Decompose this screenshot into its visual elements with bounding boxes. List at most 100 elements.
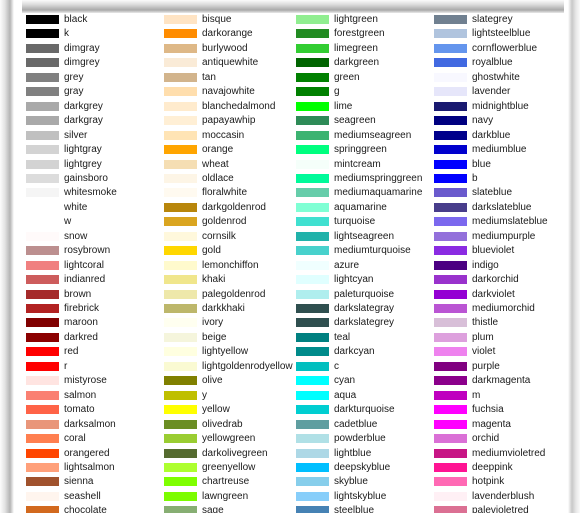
color-swatch — [296, 405, 329, 414]
color-swatch — [26, 420, 59, 429]
color-name-label: indigo — [472, 260, 499, 271]
color-swatch-grid: black k dimgray dimgrey grey gray darkgrey dark… — [14, 13, 566, 513]
color-name-label: violet — [472, 346, 496, 357]
color-swatch — [296, 492, 329, 501]
color-name-label: magenta — [472, 419, 511, 430]
color-swatch — [26, 145, 59, 154]
color-name-label: darkmagenta — [472, 375, 531, 386]
color-name-label: blue — [472, 159, 491, 170]
color-swatch — [296, 391, 329, 400]
color-name-label: mediumturquoise — [334, 245, 411, 256]
color-name-label: seashell — [64, 491, 101, 502]
color-swatch — [296, 29, 329, 38]
color-swatch — [26, 506, 59, 513]
color-swatch — [164, 131, 197, 140]
color-name-label: darkgreen — [334, 57, 380, 68]
color-column-oranges-yellows-greens: bisque darkorange burlywood antiquewhite tan… — [164, 13, 304, 513]
color-name-label: darkkhaki — [202, 303, 245, 314]
color-name-label: yellow — [202, 404, 230, 415]
color-name-label: cornsilk — [202, 231, 236, 242]
color-swatch — [26, 73, 59, 82]
color-name-label: g — [334, 86, 340, 97]
color-name-label: gold — [202, 245, 221, 256]
color-name-label: darkred — [64, 332, 98, 343]
color-name-label: orange — [202, 144, 234, 155]
color-name-label: darkgoldenrod — [202, 202, 266, 213]
color-name-label: darkturquoise — [334, 404, 395, 415]
color-name-label: slategrey — [472, 14, 513, 25]
color-name-label: lightblue — [334, 448, 372, 459]
color-name-label: darkslateblue — [472, 202, 532, 213]
color-swatch — [296, 434, 329, 443]
color-swatch — [296, 15, 329, 24]
color-name-label: lightsalmon — [64, 462, 115, 473]
color-swatch — [164, 420, 197, 429]
color-name-label: k — [64, 28, 69, 39]
color-swatch — [26, 434, 59, 443]
color-name-label: palevioletred — [472, 505, 529, 513]
color-swatch — [26, 304, 59, 313]
color-name-label: lemonchiffon — [202, 260, 259, 271]
color-swatch — [296, 261, 329, 270]
color-swatch — [434, 15, 467, 24]
color-swatch — [434, 347, 467, 356]
color-name-label: blueviolet — [472, 245, 515, 256]
color-name-label: gray — [64, 86, 84, 97]
color-swatch — [296, 463, 329, 472]
color-swatch — [26, 246, 59, 255]
color-name-label: greenyellow — [202, 462, 256, 473]
color-swatch — [26, 333, 59, 342]
color-swatch — [434, 58, 467, 67]
color-name-label: teal — [334, 332, 351, 343]
color-name-label: snow — [64, 231, 88, 242]
color-name-label: black — [64, 14, 88, 25]
color-name-label: cornflowerblue — [472, 43, 538, 54]
color-swatch — [434, 376, 467, 385]
color-name-label: lightgrey — [64, 159, 102, 170]
color-name-label: slateblue — [472, 187, 513, 198]
color-swatch — [26, 405, 59, 414]
color-swatch — [434, 188, 467, 197]
color-name-label: dimgrey — [64, 57, 100, 68]
color-name-label: grey — [64, 72, 84, 83]
color-name-label: darkblue — [472, 130, 511, 141]
color-swatch — [26, 391, 59, 400]
color-name-label: forestgreen — [334, 28, 385, 39]
color-name-label: firebrick — [64, 303, 100, 314]
color-swatch — [434, 203, 467, 212]
color-name-label: bisque — [202, 14, 232, 25]
color-name-label: chocolate — [64, 505, 107, 513]
color-name-label: floralwhite — [202, 187, 248, 198]
color-swatch — [296, 145, 329, 154]
color-name-label: lightgoldenrodyellow — [202, 361, 293, 372]
color-name-label: fuchsia — [472, 404, 504, 415]
color-swatch — [296, 318, 329, 327]
color-name-label: green — [334, 72, 360, 83]
color-name-label: burlywood — [202, 43, 248, 54]
color-swatch — [26, 188, 59, 197]
color-swatch — [26, 87, 59, 96]
color-swatch — [26, 261, 59, 270]
color-swatch — [164, 391, 197, 400]
color-swatch — [164, 87, 197, 96]
color-name-label: lightgray — [64, 144, 102, 155]
color-swatch — [296, 290, 329, 299]
color-name-label: oldlace — [202, 173, 234, 184]
color-name-label: navy — [472, 115, 494, 126]
color-name-label: paleturquoise — [334, 289, 395, 300]
color-name-label: ghostwhite — [472, 72, 520, 83]
color-swatch — [296, 58, 329, 67]
color-swatch — [434, 246, 467, 255]
color-name-label: ivory — [202, 317, 224, 328]
color-swatch — [164, 304, 197, 313]
color-name-label: plum — [472, 332, 494, 343]
color-name-label: mediumseagreen — [334, 130, 412, 141]
color-name-label: yellowgreen — [202, 433, 256, 444]
color-name-label: deepskyblue — [334, 462, 391, 473]
color-swatch — [434, 405, 467, 414]
color-swatch — [296, 73, 329, 82]
color-swatch — [434, 44, 467, 53]
color-swatch — [164, 290, 197, 299]
color-swatch — [296, 116, 329, 125]
color-swatch — [296, 160, 329, 169]
